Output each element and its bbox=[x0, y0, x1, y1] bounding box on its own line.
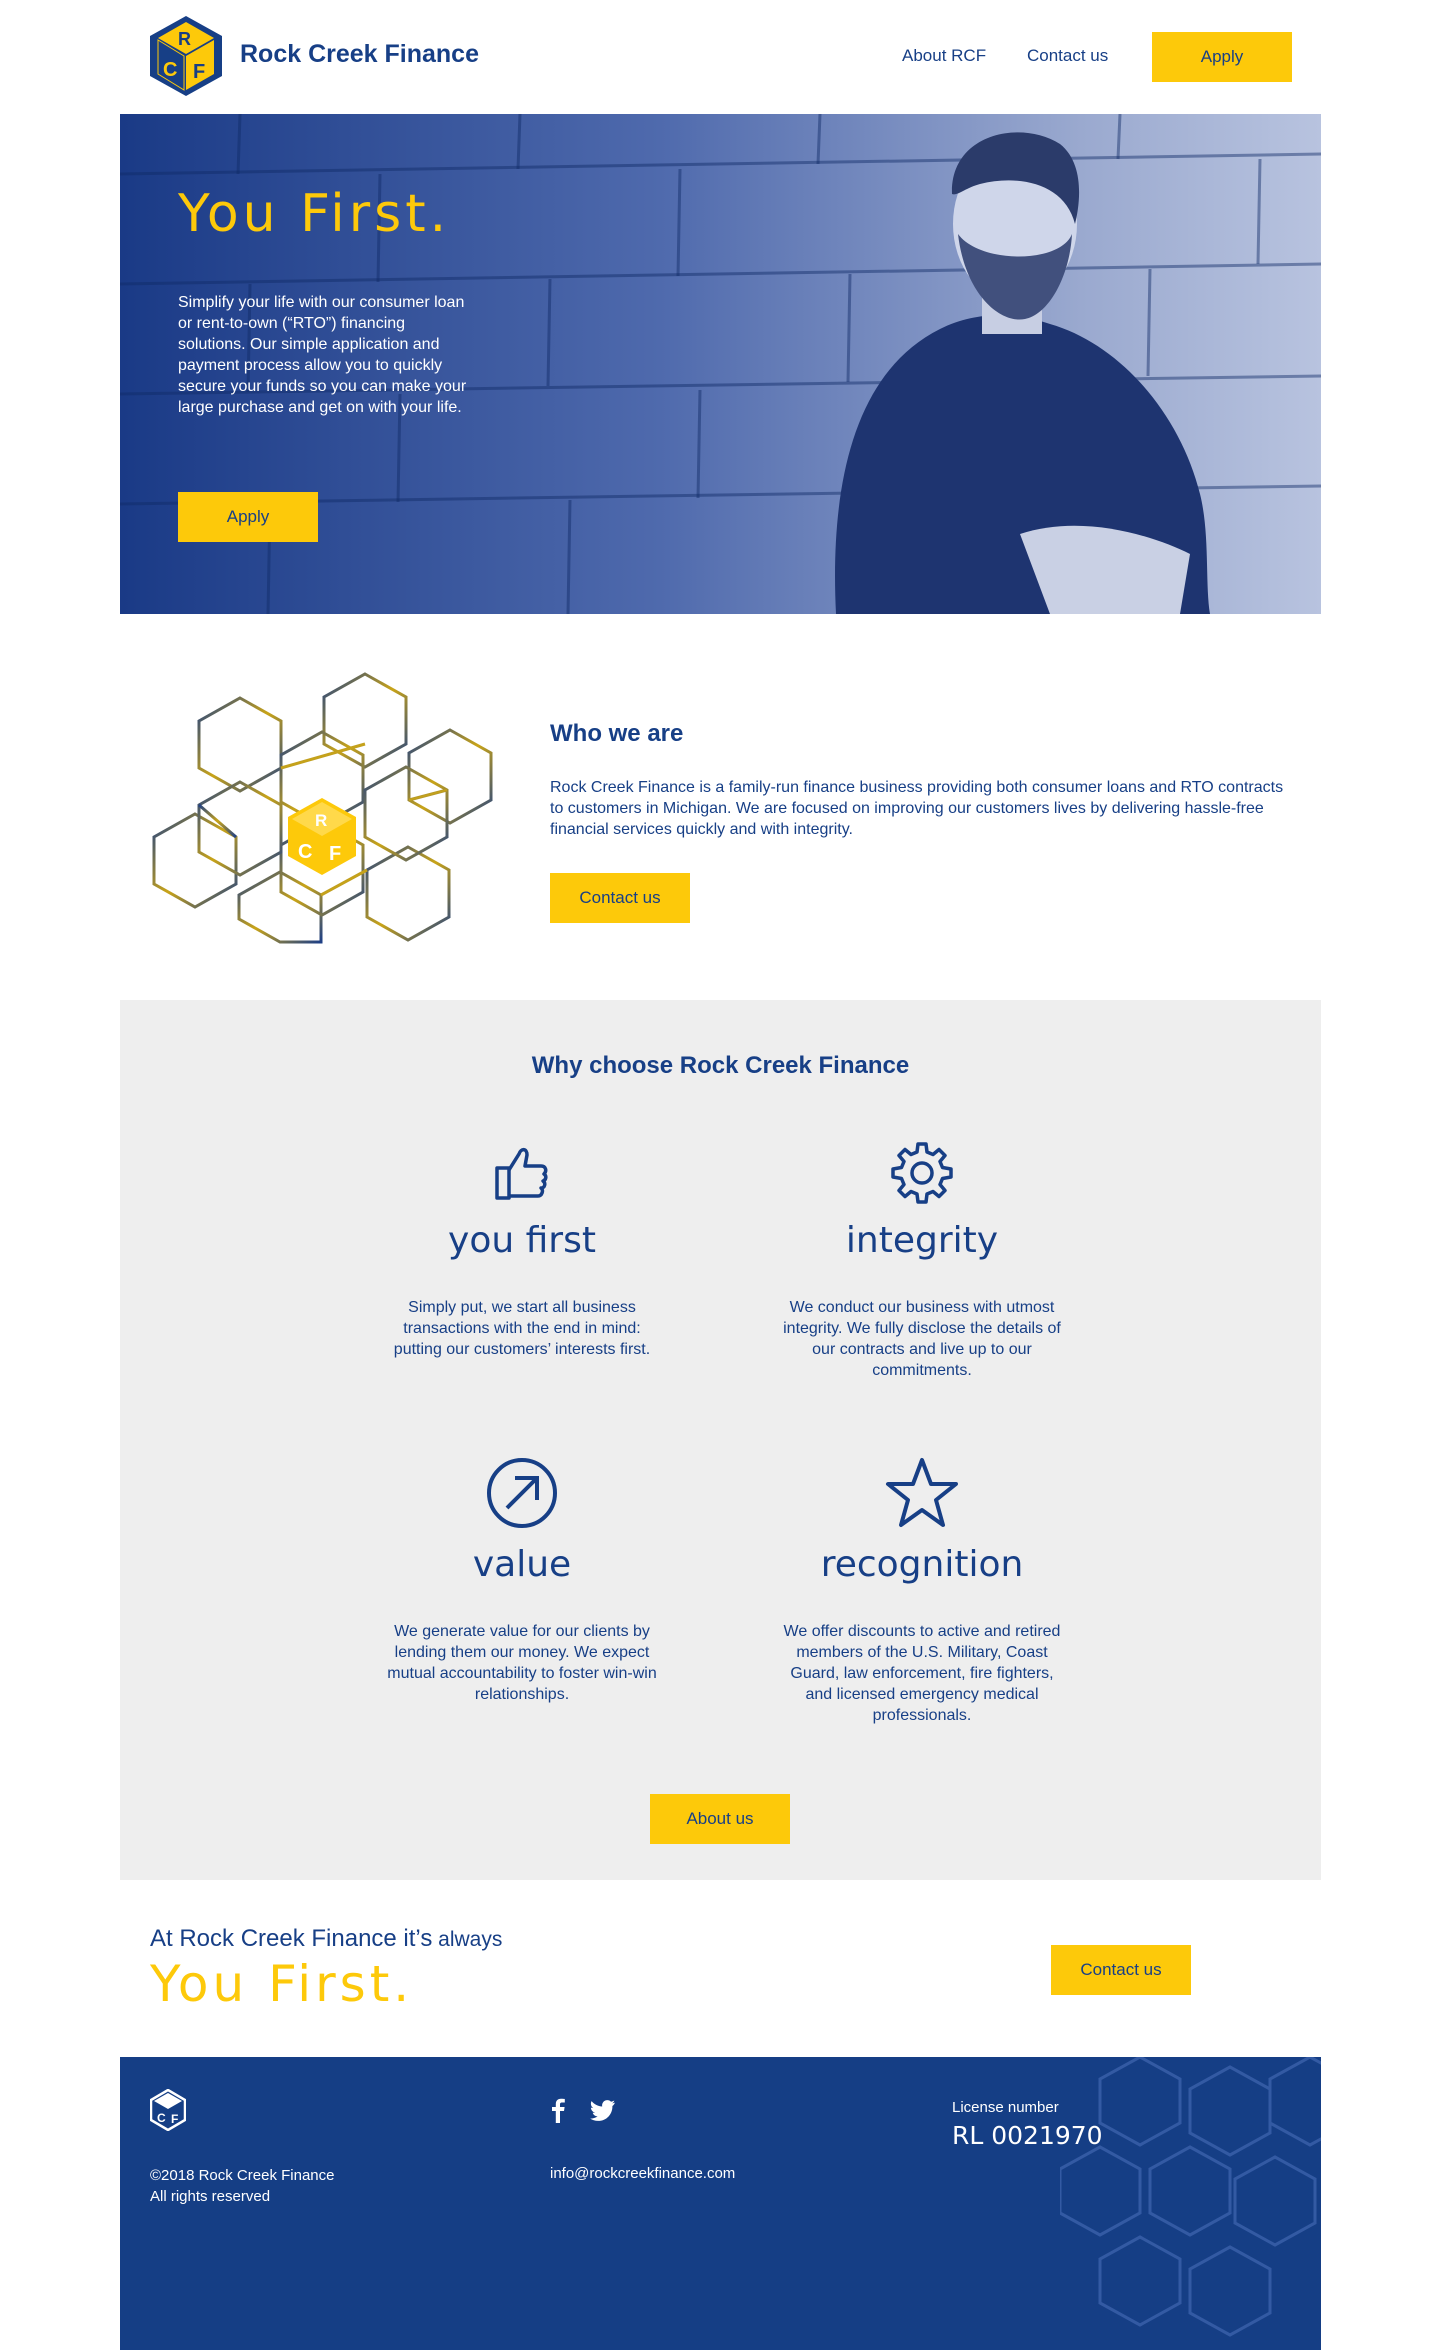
nav-contact-link[interactable]: Contact us bbox=[1027, 46, 1108, 66]
feature-you-first: you first Simply put, we start all busin… bbox=[372, 1140, 672, 1360]
feature-text: We conduct our business with utmost inte… bbox=[783, 1299, 1061, 1379]
feature-text: We offer discounts to active and retired… bbox=[783, 1623, 1061, 1724]
hero-banner: You First. Simplify your life with our c… bbox=[120, 114, 1321, 614]
who-contact-button[interactable]: Contact us bbox=[550, 873, 690, 923]
feature-text: Simply put, we start all business transa… bbox=[393, 1299, 651, 1358]
feature-title: you first bbox=[448, 1220, 596, 1261]
license-label: License number bbox=[952, 2099, 1059, 2116]
star-icon bbox=[886, 1458, 958, 1527]
rcf-pattern-graphic bbox=[1060, 2057, 1321, 2337]
svg-text:F: F bbox=[329, 843, 341, 865]
twitter-icon[interactable] bbox=[590, 2097, 616, 2123]
footer-email-link[interactable]: info@rockcreekfinance.com bbox=[550, 2165, 735, 2182]
feature-title: value bbox=[472, 1544, 572, 1585]
svg-text:C: C bbox=[163, 59, 177, 81]
copyright-line: ©2018 Rock Creek Finance bbox=[150, 2167, 335, 2184]
site-header: R C F Rock Creek Finance About RCF Conta… bbox=[0, 0, 1440, 114]
who-we-are-text: Rock Creek Finance is a family-run finan… bbox=[550, 779, 1284, 838]
svg-text:F: F bbox=[193, 61, 205, 83]
footer-copyright: ©2018 Rock Creek Finance All rights rese… bbox=[150, 2165, 334, 2207]
footer-logo-icon[interactable]: C F bbox=[150, 2089, 186, 2131]
hexagon-cube-graphic: R C F bbox=[152, 672, 493, 944]
svg-text:C: C bbox=[298, 841, 312, 863]
feature-value: value We generate value for our clients … bbox=[372, 1456, 672, 1705]
svg-text:C: C bbox=[157, 2111, 166, 2125]
hero-title: You First. bbox=[178, 184, 451, 244]
feature-recognition: recognition We offer discounts to active… bbox=[772, 1456, 1072, 1726]
always-tagline-end: always bbox=[432, 1928, 503, 1951]
who-we-are-heading: Who we are bbox=[550, 720, 684, 747]
feature-title: recognition bbox=[820, 1544, 1024, 1585]
about-us-button[interactable]: About us bbox=[650, 1794, 790, 1844]
hero-description: Simplify your life with our consumer loa… bbox=[178, 294, 467, 416]
feature-integrity: integrity We conduct our business with u… bbox=[772, 1140, 1072, 1381]
thumbs-up-icon bbox=[495, 1147, 548, 1200]
rcf-logo-icon[interactable]: R C F bbox=[150, 16, 222, 96]
gear-icon bbox=[891, 1142, 953, 1204]
feature-text: We generate value for our clients by len… bbox=[387, 1623, 657, 1703]
brand-name[interactable]: Rock Creek Finance bbox=[240, 40, 479, 69]
why-choose-section: Why choose Rock Creek Finance you first … bbox=[120, 1000, 1321, 1880]
site-footer: C F ©2018 Rock Creek Finance All rights … bbox=[120, 2057, 1321, 2350]
svg-text:R: R bbox=[178, 29, 191, 49]
svg-text:R: R bbox=[315, 811, 327, 830]
why-choose-heading: Why choose Rock Creek Finance bbox=[531, 1052, 910, 1079]
always-tagline-start: At Rock Creek Finance it’s bbox=[150, 1925, 433, 1952]
license-number: RL 0021970 bbox=[952, 2121, 1103, 2150]
feature-title: integrity bbox=[845, 1220, 999, 1261]
arrow-circle-icon bbox=[487, 1458, 557, 1528]
always-you-first: You First. bbox=[150, 1955, 414, 2013]
always-contact-button[interactable]: Contact us bbox=[1051, 1945, 1191, 1995]
always-tagline: At Rock Creek Finance it’s always bbox=[150, 1925, 502, 1953]
rights-line: All rights reserved bbox=[150, 2188, 271, 2205]
hero-apply-button[interactable]: Apply bbox=[178, 492, 318, 542]
facebook-icon[interactable] bbox=[545, 2097, 571, 2123]
nav-about-link[interactable]: About RCF bbox=[902, 46, 986, 66]
header-apply-button[interactable]: Apply bbox=[1152, 32, 1292, 82]
svg-text:F: F bbox=[171, 2112, 178, 2126]
